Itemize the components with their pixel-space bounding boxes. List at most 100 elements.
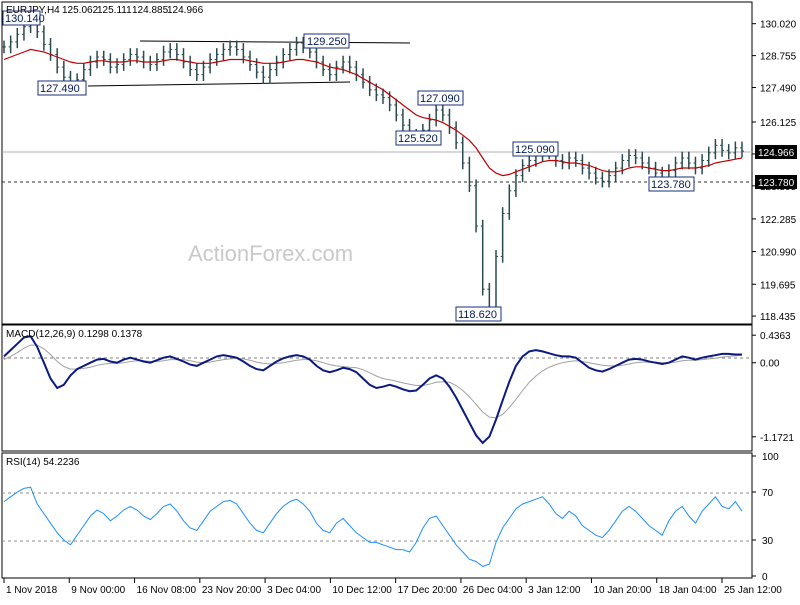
price-bar (294, 36, 299, 56)
price-bar (354, 60, 359, 81)
chart-canvas: ActionForex.com 130.140 129.250 127.490 … (1, 1, 797, 596)
level-label-123780: 123.780 (648, 176, 695, 192)
macd-line (3, 335, 742, 445)
support-price-box: 123.780 (755, 175, 797, 189)
price-bars (2, 14, 744, 318)
price-bar (141, 50, 146, 69)
price-tick-label: 128.755 (760, 52, 797, 63)
price-tick-label: 119.695 (760, 280, 796, 291)
macd-signal-line (3, 344, 743, 419)
macd-tick-label: -1.1721 (760, 433, 794, 444)
price-tick-label: 127.490 (760, 84, 797, 95)
price-bar (95, 50, 100, 69)
time-tick-label: 16 Nov 08:00 (137, 585, 197, 596)
price-bar (467, 156, 472, 193)
price-tick-label: 126.125 (760, 118, 797, 129)
price-bar (214, 48, 219, 66)
price-bar (700, 154, 705, 175)
time-axis: 1 Nov 2018 9 Nov 00:00 16 Nov 08:00 23 Nov … (3, 578, 782, 596)
price-bar (55, 48, 60, 74)
price-bar (101, 50, 106, 66)
price-bar (168, 43, 173, 59)
rsi-tick-label: 100 (762, 452, 779, 463)
price-bar (41, 25, 46, 51)
price-bar (460, 136, 465, 170)
time-tick-label: 3 Jan 12:00 (528, 585, 581, 596)
price-axis: 130.020128.755127.490126.125124.860123.5… (752, 20, 797, 323)
level-label-125520: 125.520 (395, 130, 442, 146)
price-tick-label: 120.990 (760, 248, 797, 259)
time-tick-label: 9 Nov 00:00 (71, 585, 125, 596)
rsi-tick-label: 30 (762, 536, 774, 547)
price-bar (321, 55, 326, 76)
ohlc-open: 125.062 (62, 5, 99, 16)
price-bar (194, 63, 199, 81)
price-bar (61, 60, 66, 84)
price-bar (228, 40, 233, 56)
current-price-box: 124.966 (755, 145, 797, 159)
price-bar (108, 53, 113, 74)
price-bar (221, 43, 226, 61)
price-bar (454, 121, 459, 150)
rsi-tick-label: 0 (762, 572, 768, 583)
price-bar (267, 63, 272, 84)
macd-title: MACD(12,26,9) 0.1298 0.1378 (6, 329, 143, 340)
watermark: ActionForex.com (188, 241, 353, 266)
svg-text:129.250: 129.250 (307, 36, 347, 48)
price-bar (115, 58, 120, 74)
price-bar (440, 103, 445, 122)
rsi-line (3, 486, 743, 567)
price-bar (567, 151, 572, 170)
time-tick-label: 1 Nov 2018 (6, 585, 58, 596)
level-label-118620: 118.620 (455, 306, 502, 322)
price-bar (274, 55, 279, 76)
price-bar (713, 139, 718, 160)
price-bar (334, 60, 339, 81)
ohlc-low: 124.885 (132, 5, 169, 16)
price-bar (507, 184, 512, 220)
ohlc-high: 125.111 (97, 5, 132, 16)
moving-average-line (3, 48, 743, 177)
price-bar (48, 38, 53, 61)
svg-text:123.780: 123.780 (651, 179, 691, 191)
level-label-127490: 127.490 (37, 80, 87, 96)
price-bar (706, 146, 711, 167)
price-bar (234, 40, 239, 56)
price-bar (148, 55, 153, 71)
price-bar (673, 156, 678, 177)
chart-header: EURJPY,H4 125.062 125.111 124.885 124.96… (6, 5, 204, 16)
time-tick-label: 25 Jan 12:00 (724, 585, 782, 596)
price-bar (720, 139, 725, 157)
price-bar (520, 159, 525, 182)
svg-text:127.490: 127.490 (40, 83, 80, 95)
price-bar (261, 65, 266, 84)
time-tick-label: 10 Dec 12:00 (332, 585, 392, 596)
time-tick-label: 3 Dec 04:00 (267, 585, 321, 596)
price-bar (88, 55, 93, 76)
price-bar (15, 27, 20, 49)
ohlc-close: 124.966 (167, 5, 204, 16)
price-tick-label: 130.020 (760, 20, 797, 31)
price-tick-label: 118.435 (760, 312, 796, 323)
price-bar (128, 48, 133, 66)
price-bar (573, 151, 578, 167)
price-bar (347, 55, 352, 74)
channel-lower-line (87, 81, 351, 87)
price-bar (740, 141, 744, 158)
price-bar (181, 48, 186, 69)
price-bar (447, 108, 452, 134)
time-tick-label: 26 Dec 04:00 (463, 585, 523, 596)
price-bar (281, 48, 286, 69)
price-bar (287, 43, 292, 61)
price-bar (367, 75, 372, 97)
price-bar (587, 161, 592, 180)
svg-text:124.966: 124.966 (758, 148, 795, 159)
price-bar (693, 156, 698, 175)
macd-tick-label: 0.00 (760, 359, 780, 370)
price-bar (434, 103, 439, 127)
svg-text:127.090: 127.090 (420, 93, 460, 105)
price-bar (733, 141, 738, 160)
price-bar (480, 219, 485, 296)
price-bar (527, 154, 532, 172)
price-bar (314, 45, 319, 69)
